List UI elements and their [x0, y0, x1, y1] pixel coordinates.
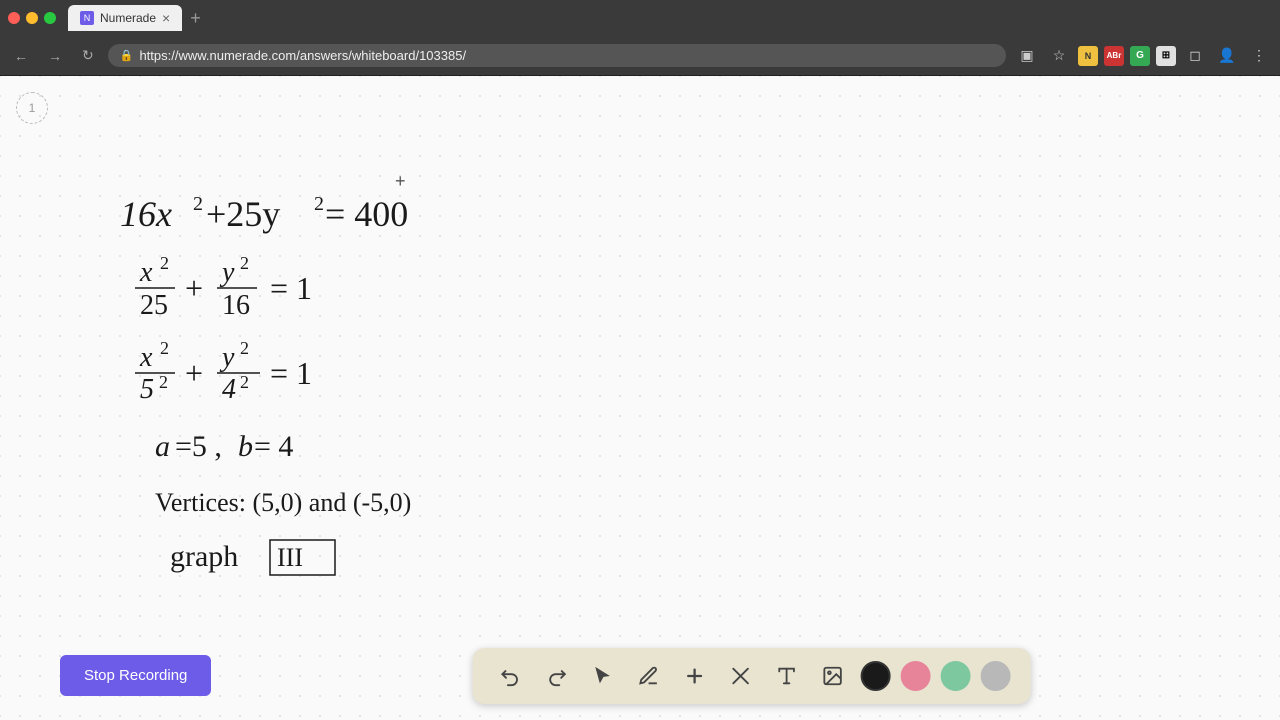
image-tool-button[interactable]	[815, 658, 851, 694]
page-number: 1	[29, 101, 36, 115]
svg-text:2: 2	[159, 372, 168, 392]
traffic-lights	[8, 12, 56, 24]
svg-text:2: 2	[240, 338, 249, 358]
svg-text:2: 2	[240, 253, 249, 273]
address-bar-input[interactable]: 🔒 https://www.numerade.com/answers/white…	[108, 44, 1006, 67]
color-black[interactable]	[861, 661, 891, 691]
color-gray[interactable]	[981, 661, 1011, 691]
svg-text:25: 25	[140, 290, 168, 321]
tab-close-btn[interactable]: ×	[162, 11, 170, 25]
svg-text:= 4: = 4	[254, 430, 293, 463]
extension-icon-4[interactable]: ⊞	[1156, 46, 1176, 66]
extension-icon-2[interactable]: ABr	[1104, 46, 1124, 66]
svg-text:x: x	[139, 342, 153, 373]
svg-text:b: b	[238, 430, 253, 463]
active-tab[interactable]: N Numerade ×	[68, 5, 182, 31]
eraser-tool-button[interactable]	[723, 658, 759, 694]
svg-text:= 1: = 1	[270, 355, 312, 391]
svg-text:+25y: +25y	[206, 194, 280, 234]
page-indicator: 1	[16, 92, 48, 124]
screen-share-btn[interactable]: ◻	[1182, 43, 1208, 69]
svg-text:a: a	[155, 430, 170, 463]
text-tool-button[interactable]	[769, 658, 805, 694]
svg-text:y: y	[219, 342, 235, 373]
svg-text:y: y	[219, 257, 235, 288]
svg-text:=5 ,: =5 ,	[175, 430, 222, 463]
tab-bar: N Numerade × +	[68, 4, 1272, 33]
redo-button[interactable]	[539, 658, 575, 694]
svg-text:graph: graph	[170, 540, 238, 573]
close-window-btn[interactable]	[8, 12, 20, 24]
select-tool-button[interactable]	[585, 658, 621, 694]
bookmark-btn[interactable]: ☆	[1046, 43, 1072, 69]
svg-text:16: 16	[222, 290, 250, 321]
drawing-toolbar	[473, 648, 1031, 704]
browser-window: N Numerade × + ← → ↻ 🔒 https://www.numer…	[0, 0, 1280, 720]
new-tab-button[interactable]: +	[182, 4, 209, 33]
lock-icon: 🔒	[120, 49, 134, 62]
extension-icon-3[interactable]: G	[1130, 46, 1150, 66]
extension-icon-1[interactable]: N	[1078, 46, 1098, 66]
maximize-window-btn[interactable]	[44, 12, 56, 24]
color-pink[interactable]	[901, 661, 931, 691]
stop-recording-button[interactable]: Stop Recording	[60, 655, 211, 696]
svg-text:+: +	[185, 355, 203, 391]
screen-capture-btn[interactable]: ▣	[1014, 43, 1040, 69]
minimize-window-btn[interactable]	[26, 12, 38, 24]
browser-actions: ▣ ☆ N ABr G ⊞ ◻ 👤 ⋮	[1014, 43, 1272, 69]
svg-text:2: 2	[193, 193, 203, 215]
url-text: https://www.numerade.com/answers/whitebo…	[139, 48, 994, 63]
address-bar: ← → ↻ 🔒 https://www.numerade.com/answers…	[0, 36, 1280, 76]
math-content: .hw { font-family: Georgia, 'Times New R…	[70, 166, 670, 646]
svg-text:16x: 16x	[120, 194, 172, 234]
whiteboard[interactable]: 1 + .hw { font-family: Georgia, 'Times N…	[0, 76, 1280, 720]
color-green[interactable]	[941, 661, 971, 691]
svg-text:Vertices: (5,0) and (-5,0): Vertices: (5,0) and (-5,0)	[155, 488, 411, 517]
undo-button[interactable]	[493, 658, 529, 694]
svg-text:III: III	[277, 543, 303, 572]
tab-title: Numerade	[100, 11, 156, 25]
forward-button[interactable]: →	[42, 44, 68, 68]
back-button[interactable]: ←	[8, 44, 34, 68]
tab-favicon: N	[80, 11, 94, 25]
add-tool-button[interactable]	[677, 658, 713, 694]
profile-btn[interactable]: 👤	[1214, 43, 1240, 69]
svg-text:5: 5	[140, 374, 154, 405]
svg-text:4: 4	[222, 374, 236, 405]
svg-text:2: 2	[240, 372, 249, 392]
svg-text:= 400: = 400	[325, 194, 408, 234]
pen-tool-button[interactable]	[631, 658, 667, 694]
svg-text:2: 2	[160, 338, 169, 358]
svg-text:= 1: = 1	[270, 270, 312, 306]
menu-btn[interactable]: ⋮	[1246, 43, 1272, 69]
title-bar: N Numerade × +	[0, 0, 1280, 36]
svg-text:x: x	[139, 257, 153, 288]
main-content: 1 + .hw { font-family: Georgia, 'Times N…	[0, 76, 1280, 720]
svg-text:+: +	[185, 270, 203, 306]
svg-text:2: 2	[160, 253, 169, 273]
reload-button[interactable]: ↻	[76, 43, 100, 68]
svg-text:2: 2	[314, 193, 324, 215]
